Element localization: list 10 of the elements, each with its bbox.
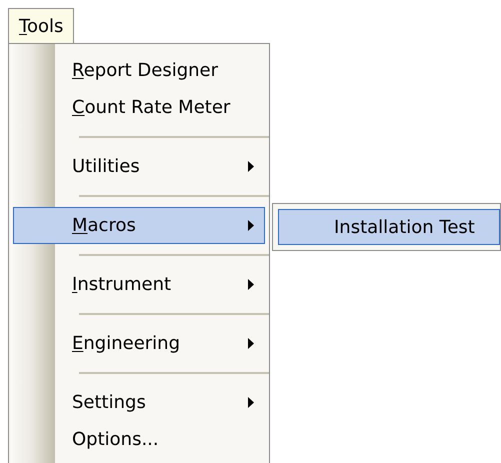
menu-item[interactable]: Settings: [13, 384, 265, 421]
menu-item[interactable]: Engineering: [13, 325, 265, 362]
menu-item[interactable]: Utilities: [13, 148, 265, 185]
menu-item[interactable]: Report Designer: [13, 52, 265, 89]
menu-item[interactable]: Macros: [13, 207, 265, 244]
menu-item[interactable]: Count Rate Meter: [13, 89, 265, 126]
submenu-item[interactable]: Installation Test: [278, 209, 500, 245]
menu-item[interactable]: Instrument: [13, 266, 265, 303]
menu-item[interactable]: Options...: [13, 421, 265, 458]
menu-bar-item[interactable]: Tools: [8, 8, 74, 43]
